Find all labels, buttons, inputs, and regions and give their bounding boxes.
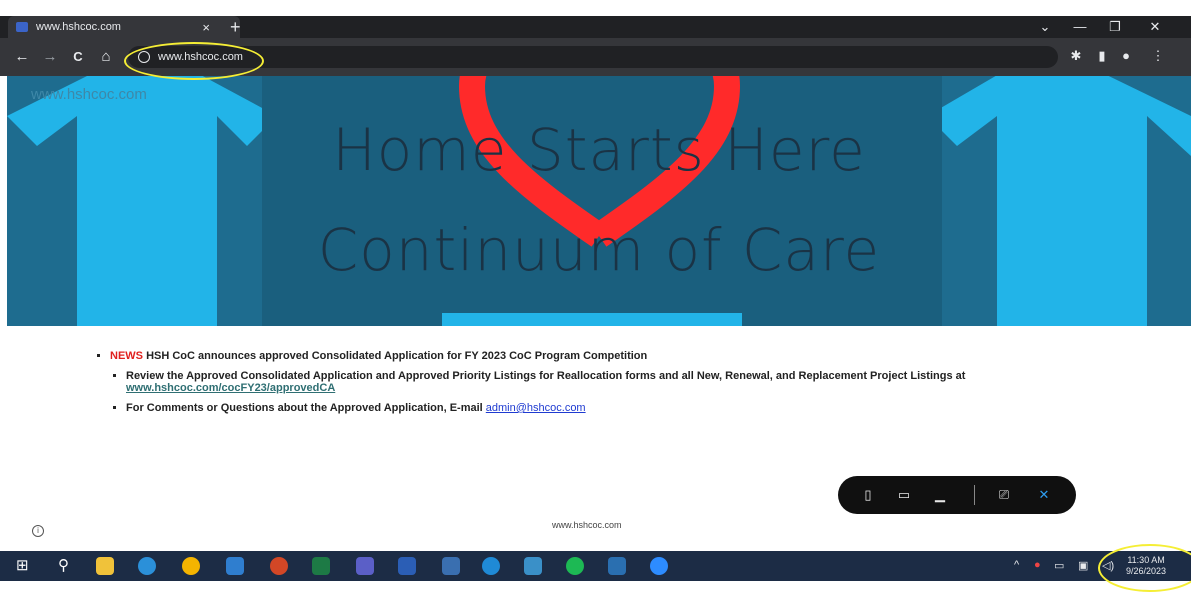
excel-icon[interactable]	[312, 557, 330, 575]
news-subitem: Review the Approved Consolidated Applica…	[126, 370, 1086, 394]
powerpoint-icon[interactable]	[270, 557, 288, 575]
clock-time: 11:30 AM	[1127, 555, 1165, 565]
address-bar[interactable]: www.hshcoc.com	[128, 46, 1058, 68]
word-icon[interactable]	[398, 557, 416, 575]
center-house-shape	[262, 76, 942, 326]
chrome-icon[interactable]	[182, 557, 200, 575]
extensions-icon[interactable]: ✱	[1068, 48, 1084, 64]
news-subitem-text: Review the Approved Consolidated Applica…	[126, 370, 966, 382]
tablet-view-icon[interactable]: ▭	[896, 487, 912, 503]
file-explorer-icon[interactable]	[96, 557, 114, 575]
news-subitem: For Comments or Questions about the Appr…	[126, 402, 1086, 414]
news-headline: HSH CoC announces approved Consolidated …	[146, 350, 648, 362]
clock[interactable]: 11:30 AM 9/26/2023	[1126, 555, 1166, 577]
news-subitem-text: For Comments or Questions about the Appr…	[126, 402, 483, 414]
home-button[interactable]: ⌂	[96, 47, 116, 67]
footer-text: www.hshcoc.com	[552, 520, 622, 530]
hero-banner: www.hshcoc.com Home Starts Here Continuu…	[7, 76, 1191, 326]
back-button[interactable]: ←	[12, 47, 32, 67]
network-icon[interactable]: ▣	[1078, 559, 1088, 572]
house-door-shape	[442, 313, 742, 326]
favicon-icon	[16, 22, 28, 32]
left-house-shape	[7, 76, 277, 326]
hero-graphic	[7, 76, 1191, 326]
tableau-icon[interactable]	[608, 557, 626, 575]
navigation-bar: ← → C ⌂ www.hshcoc.com ✱ ▮ ● ⋮	[0, 38, 1191, 76]
app-icon[interactable]	[524, 557, 542, 575]
tab-title: www.hshcoc.com	[36, 21, 121, 33]
clock-date: 9/26/2023	[1126, 566, 1167, 576]
side-panel-icon[interactable]: ▮	[1094, 48, 1110, 64]
new-tab-button[interactable]: +	[230, 16, 241, 38]
reload-button[interactable]: C	[68, 47, 88, 67]
hero-watermark: www.hshcoc.com	[31, 86, 147, 103]
info-icon[interactable]: i	[32, 525, 44, 537]
minimize-button[interactable]: —	[1065, 16, 1095, 38]
address-bar-url: www.hshcoc.com	[158, 51, 243, 63]
menu-icon[interactable]: ⋮	[1150, 48, 1166, 64]
internet-explorer-icon[interactable]	[482, 557, 500, 575]
forward-button[interactable]: →	[40, 47, 60, 67]
zoom-icon[interactable]	[650, 557, 668, 575]
site-info-icon[interactable]	[138, 51, 150, 63]
toolbar-divider	[974, 485, 975, 505]
feedback-icon[interactable]: ⎚	[996, 487, 1012, 503]
news-section: NEWS HSH CoC announces approved Consolid…	[90, 350, 1086, 422]
hero-title-line2: Continuum of Care	[317, 216, 881, 284]
tray-app-icon[interactable]: ●	[1034, 559, 1041, 571]
browser-tab[interactable]: www.hshcoc.com ×	[8, 16, 240, 38]
news-tag: NEWS	[110, 350, 143, 362]
tab-close-icon[interactable]: ×	[202, 20, 210, 35]
search-icon[interactable]: ⚲	[58, 556, 69, 574]
teams-icon[interactable]	[356, 557, 374, 575]
device-view-toolbar: ▯ ▭ ▁ ⎚ ✕	[838, 476, 1076, 514]
outlook-icon[interactable]	[226, 557, 244, 575]
spotify-icon[interactable]	[566, 557, 584, 575]
battery-icon[interactable]: ▭	[1054, 559, 1064, 572]
close-window-button[interactable]: ✕	[1140, 16, 1170, 38]
calculator-icon[interactable]	[442, 557, 460, 575]
edge-icon[interactable]	[138, 557, 156, 575]
tab-search-icon[interactable]: ⌄	[1030, 16, 1060, 38]
profile-icon[interactable]: ●	[1118, 48, 1134, 63]
phone-view-icon[interactable]: ▯	[860, 487, 876, 503]
admin-email-link[interactable]: admin@hshcoc.com	[486, 402, 586, 414]
restore-button[interactable]: ❐	[1100, 16, 1130, 38]
tab-strip: www.hshcoc.com × + ⌄ — ❐ ✕	[0, 16, 1191, 38]
hero-title-line1: Home Starts Here	[332, 116, 866, 184]
right-house-shape	[927, 76, 1191, 326]
laptop-view-icon[interactable]: ▁	[932, 487, 948, 503]
start-icon[interactable]: ⊞	[16, 556, 29, 574]
news-item: NEWS HSH CoC announces approved Consolid…	[110, 350, 1086, 414]
approved-ca-link[interactable]: www.hshcoc.com/cocFY23/approvedCA	[126, 382, 335, 394]
volume-icon[interactable]: ◁)	[1102, 559, 1114, 572]
taskbar: ⊞ ⚲ ^ ● ▭ ▣ ◁) 11:30 AM 9/26/2023	[0, 551, 1191, 581]
close-toolbar-icon[interactable]: ✕	[1036, 487, 1052, 503]
tray-chevron-icon[interactable]: ^	[1014, 559, 1019, 571]
